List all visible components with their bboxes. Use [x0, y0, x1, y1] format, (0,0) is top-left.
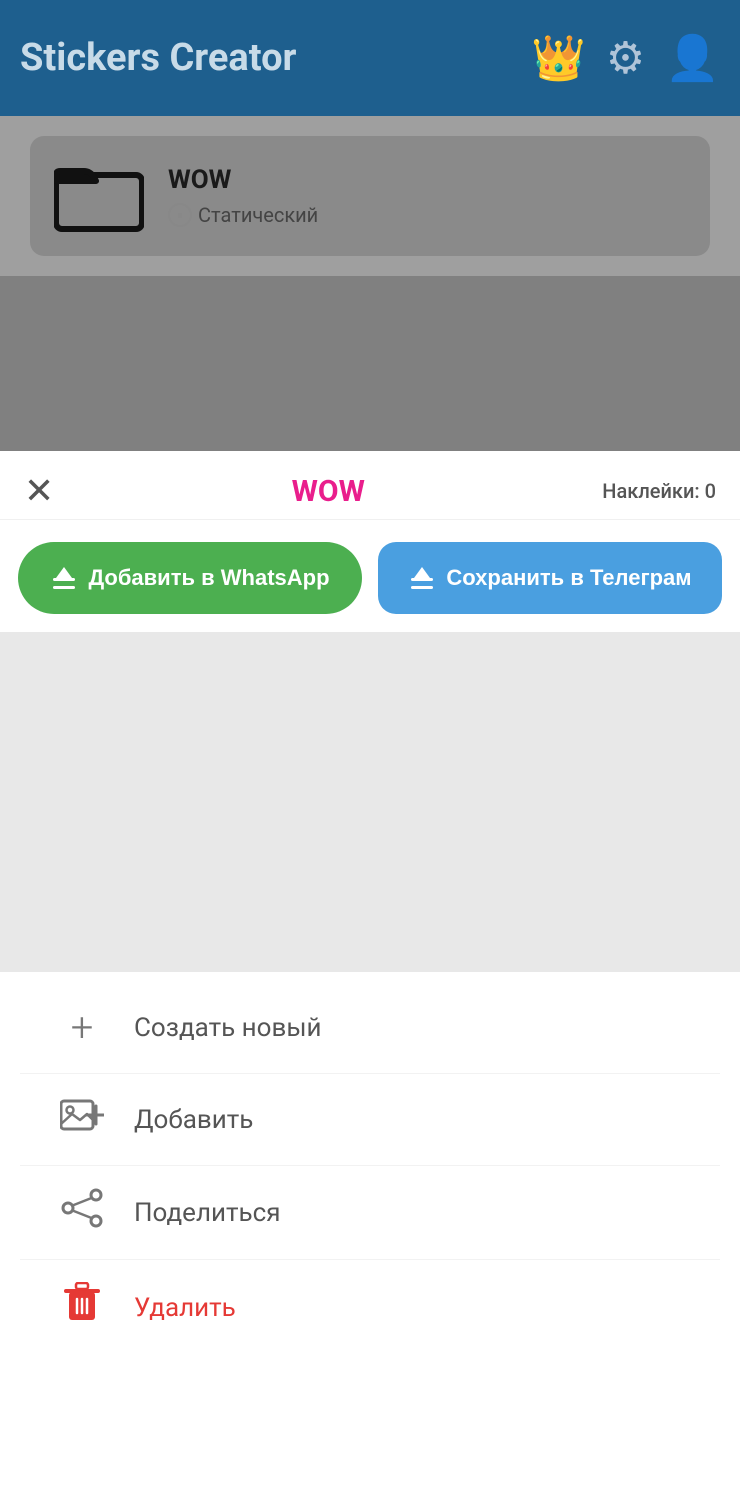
crown-icon[interactable]: 👑 — [531, 32, 586, 84]
menu-item-share[interactable]: Поделиться — [0, 1166, 740, 1259]
add-to-whatsapp-button[interactable]: Добавить в WhatsApp — [18, 542, 362, 614]
gray-background-section — [0, 276, 740, 451]
pack-type: ⏸ Статический — [168, 203, 318, 227]
pack-card-section: WOW ⏸ Статический — [0, 116, 740, 276]
pack-info: WOW ⏸ Статический — [168, 165, 318, 227]
bottom-menu: + Создать новый Добавить Подел — [0, 972, 740, 1365]
pack-card[interactable]: WOW ⏸ Статический — [30, 136, 710, 256]
delete-label: Удалить — [134, 1293, 236, 1323]
close-button[interactable]: ✕ — [24, 473, 54, 509]
share-label: Поделиться — [134, 1198, 280, 1228]
add-label: Добавить — [134, 1105, 253, 1135]
gear-icon[interactable]: ⚙ — [606, 32, 645, 84]
folder-icon — [54, 157, 144, 236]
plus-icon: + — [60, 1004, 104, 1051]
delete-icon — [60, 1282, 104, 1333]
header-icon-group: 👑 ⚙ 👤 — [531, 32, 720, 84]
pack-title-label: WOW — [292, 474, 365, 509]
person-icon[interactable]: 👤 — [665, 32, 720, 84]
app-header: Stickers Creator 👑 ⚙ 👤 — [0, 0, 740, 116]
telegram-upload-icon — [408, 564, 436, 592]
menu-item-create-new[interactable]: + Создать новый — [0, 982, 740, 1073]
action-buttons-row: Добавить в WhatsApp Сохранить в Телеграм — [0, 520, 740, 632]
share-icon — [60, 1188, 104, 1237]
app-title: Stickers Creator — [20, 36, 296, 80]
menu-item-add[interactable]: Добавить — [0, 1074, 740, 1165]
menu-item-delete[interactable]: Удалить — [0, 1260, 740, 1355]
pack-name: WOW — [168, 165, 318, 195]
add-image-icon — [60, 1096, 104, 1143]
stickers-grid-area — [0, 632, 740, 972]
static-badge-icon: ⏸ — [168, 203, 192, 227]
save-to-telegram-button[interactable]: Сохранить в Телеграм — [378, 542, 722, 614]
sticker-count-label: Наклейки: 0 — [602, 479, 716, 503]
whatsapp-upload-icon — [50, 564, 78, 592]
action-bar: ✕ WOW Наклейки: 0 — [0, 451, 740, 520]
create-new-label: Создать новый — [134, 1013, 322, 1043]
